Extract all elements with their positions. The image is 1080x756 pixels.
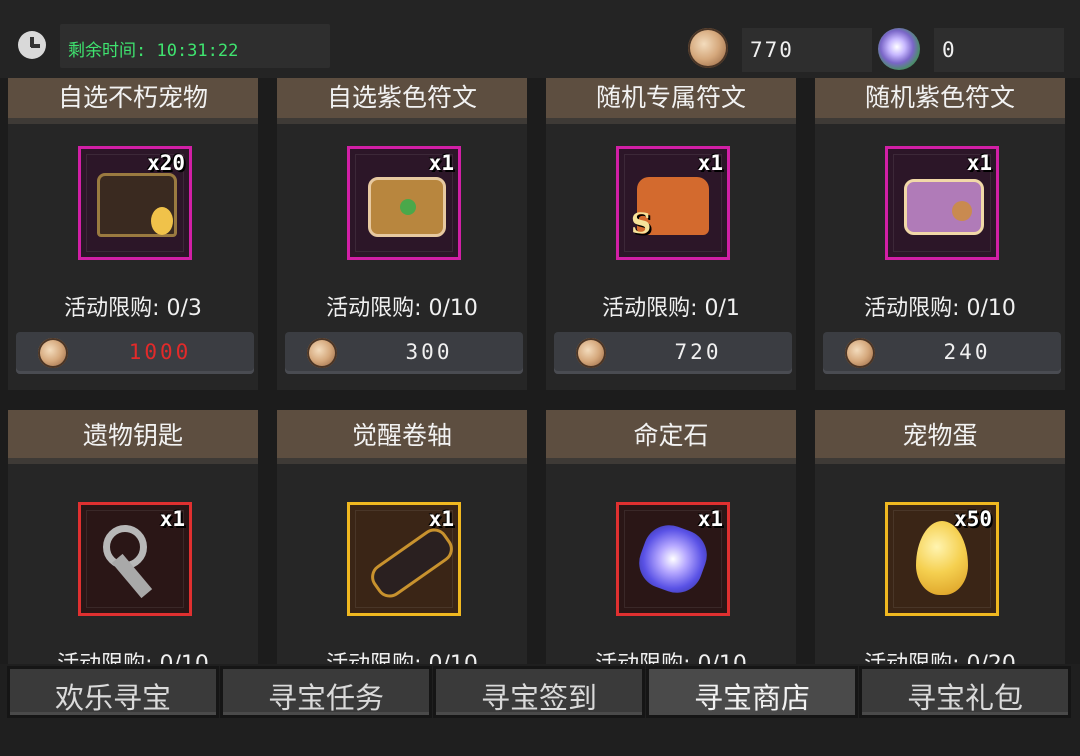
coin-counter: 770 <box>742 28 872 72</box>
item-icon-frame: x1 <box>347 146 461 260</box>
item-icon-frame: x1 <box>347 502 461 616</box>
item-name: 觉醒卷轴 <box>351 421 452 450</box>
item-icon-frame: x50 <box>885 502 999 616</box>
item-quantity: x1 <box>428 507 454 531</box>
rune-gem-icon <box>400 199 416 215</box>
tab-happy-treasure[interactable]: 欢乐寻宝 <box>10 669 216 715</box>
item-quantity: x50 <box>954 507 992 531</box>
item-quantity: x20 <box>147 151 185 175</box>
bottom-tab-bar: 欢乐寻宝 寻宝任务 寻宝签到 寻宝商店 寻宝礼包 <box>0 664 1080 756</box>
item-icon-frame: x1 <box>78 502 192 616</box>
item-title-bar: 宠物蛋 <box>815 410 1065 464</box>
price-value: 240 <box>943 340 991 364</box>
coin-value: 770 <box>750 38 794 62</box>
price-button[interactable]: 720 <box>554 332 792 374</box>
item-name: 随机专属符文 <box>595 83 746 112</box>
price-value: 720 <box>674 340 722 364</box>
item-name: 命定石 <box>633 421 709 450</box>
item-title-bar: 命定石 <box>546 410 796 464</box>
s-rank-badge-icon: S <box>631 207 652 240</box>
shop-item-card[interactable]: 宠物蛋 x50 活动限购: 0/20 <box>815 410 1065 664</box>
tab-treasure-tasks[interactable]: 寻宝任务 <box>223 669 429 715</box>
item-quantity: x1 <box>697 507 723 531</box>
purchase-limit: 活动限购: 0/1 <box>602 296 740 321</box>
item-quantity: x1 <box>697 151 723 175</box>
item-title-bar: 随机专属符文 <box>546 78 796 124</box>
shop-item-card[interactable]: 自选紫色符文 x1 活动限购: 0/10 300 <box>277 78 527 390</box>
purchase-limit: 活动限购: 0/10 <box>546 646 796 664</box>
item-title-bar: 遗物钥匙 <box>8 410 258 464</box>
price-button[interactable]: 1000 <box>16 332 254 374</box>
purple-rune-chest-icon <box>904 179 984 235</box>
gem-value: 0 <box>942 38 957 62</box>
shop-item-card[interactable]: 随机专属符文 S x1 活动限购: 0/1 720 <box>546 78 796 390</box>
tab-label: 欢乐寻宝 <box>54 681 171 715</box>
item-quantity: x1 <box>159 507 185 531</box>
purchase-limit: 活动限购: 0/10 <box>8 646 258 664</box>
item-icon-frame: x1 <box>885 146 999 260</box>
shop-item-card[interactable]: 觉醒卷轴 x1 活动限购: 0/10 <box>277 410 527 664</box>
item-title-bar: 随机紫色符文 <box>815 78 1065 124</box>
coin-icon <box>688 28 728 68</box>
item-icon-frame: x20 <box>78 146 192 260</box>
tab-label: 寻宝任务 <box>267 681 384 715</box>
gem-icon <box>878 28 920 70</box>
purchase-limit: 活动限购: 0/10 <box>864 296 1016 321</box>
item-name: 自选紫色符文 <box>326 83 477 112</box>
tab-treasure-checkin[interactable]: 寻宝签到 <box>436 669 642 715</box>
tab-label: 寻宝商店 <box>693 681 810 715</box>
egg-icon <box>151 207 173 235</box>
shop-item-card[interactable]: 遗物钥匙 x1 活动限购: 0/10 <box>8 410 258 664</box>
price-value: 1000 <box>128 340 192 364</box>
purchase-limit: 活动限购: 0/3 <box>64 296 202 321</box>
price-value: 300 <box>405 340 453 364</box>
item-name: 宠物蛋 <box>902 421 978 450</box>
coin-icon <box>576 338 606 368</box>
tab-treasure-gift-pack[interactable]: 寻宝礼包 <box>862 669 1068 715</box>
gem-counter: 0 <box>934 28 1064 72</box>
coin-icon <box>845 338 875 368</box>
tab-label: 寻宝签到 <box>480 681 597 715</box>
rune-coin-icon <box>952 201 972 221</box>
price-button[interactable]: 240 <box>823 332 1061 374</box>
item-quantity: x1 <box>428 151 454 175</box>
purchase-limit: 活动限购: 0/10 <box>277 646 527 664</box>
item-icon-frame: x1 <box>616 502 730 616</box>
top-bar: 剩余时间: 10:31:22 770 0 <box>0 0 1080 78</box>
item-title-bar: 自选不朽宠物 <box>8 78 258 124</box>
tab-treasure-shop[interactable]: 寻宝商店 <box>649 669 855 715</box>
purchase-limit: 活动限购: 0/20 <box>815 646 1065 664</box>
shop-item-card[interactable]: 自选不朽宠物 x20 活动限购: 0/3 1000 <box>8 78 258 390</box>
coin-icon <box>307 338 337 368</box>
item-quantity: x1 <box>966 151 992 175</box>
shop-item-card[interactable]: 命定石 x1 活动限购: 0/10 <box>546 410 796 664</box>
timer-text: 剩余时间: 10:31:22 <box>68 41 239 61</box>
tab-label: 寻宝礼包 <box>906 681 1023 715</box>
price-button[interactable]: 300 <box>285 332 523 374</box>
item-name: 遗物钥匙 <box>82 421 183 450</box>
clock-icon <box>18 31 46 59</box>
item-name: 自选不朽宠物 <box>57 83 208 112</box>
purchase-limit: 活动限购: 0/10 <box>326 296 478 321</box>
coin-icon <box>38 338 68 368</box>
item-icon-frame: S x1 <box>616 146 730 260</box>
item-title-bar: 觉醒卷轴 <box>277 410 527 464</box>
item-name: 随机紫色符文 <box>864 83 1015 112</box>
item-title-bar: 自选紫色符文 <box>277 78 527 124</box>
shop-item-card[interactable]: 随机紫色符文 x1 活动限购: 0/10 240 <box>815 78 1065 390</box>
timer-display: 剩余时间: 10:31:22 <box>60 24 330 68</box>
